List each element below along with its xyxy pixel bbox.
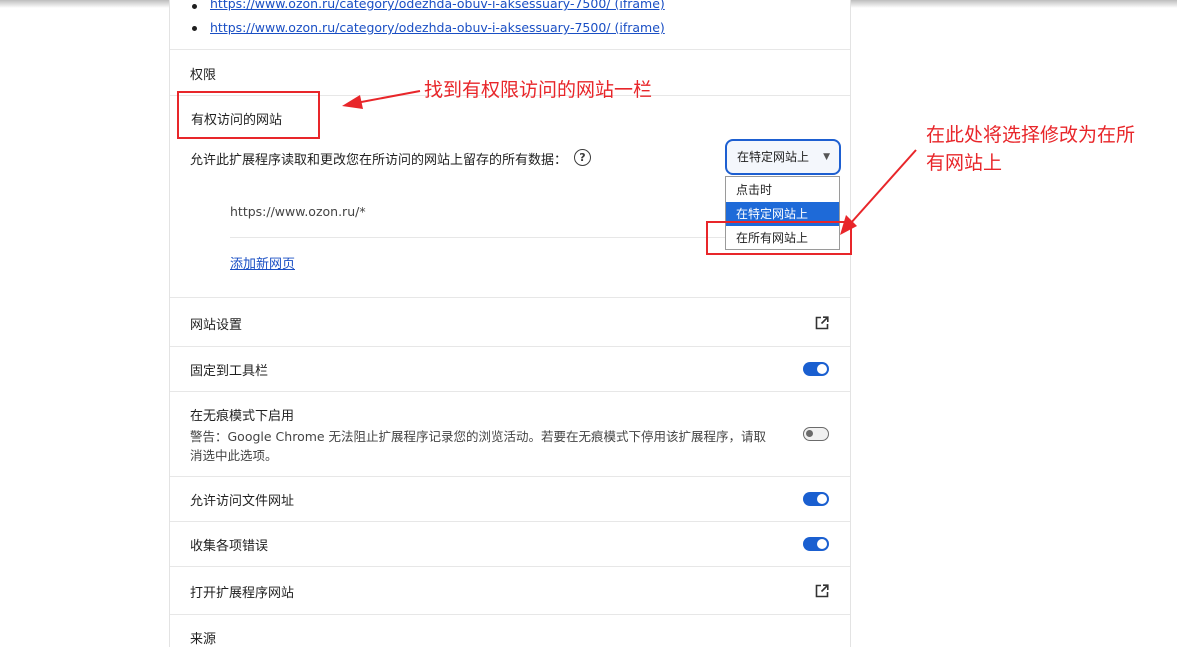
arrow-head bbox=[342, 95, 363, 109]
annotation-arrows bbox=[342, 90, 917, 235]
